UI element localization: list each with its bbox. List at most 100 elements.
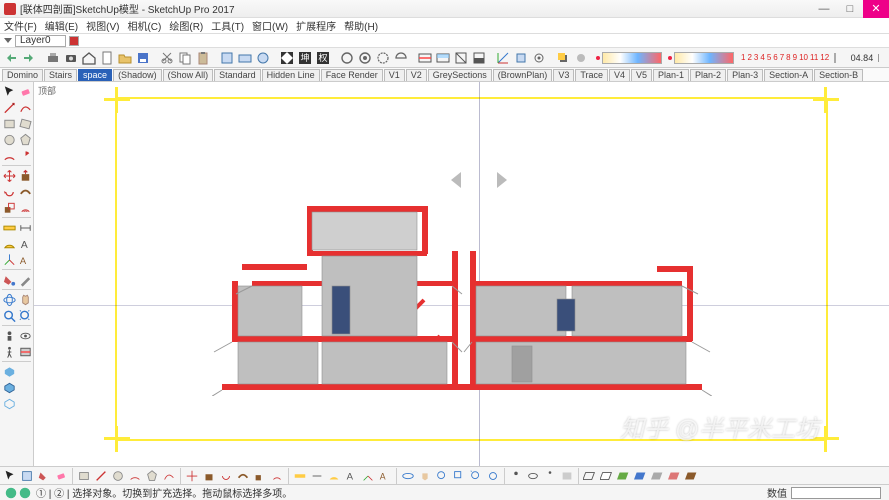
- btb-position[interactable]: [508, 468, 524, 484]
- position-camera-tool[interactable]: [2, 328, 17, 343]
- tab-v5[interactable]: V5: [631, 69, 652, 81]
- style-top-button[interactable]: 坤: [296, 49, 314, 67]
- plugin-1-button[interactable]: [2, 364, 17, 379]
- paint-tool[interactable]: [2, 272, 17, 287]
- line-tool[interactable]: [2, 100, 17, 115]
- btb-style-tex[interactable]: [633, 468, 649, 484]
- undo-button[interactable]: [2, 49, 20, 67]
- btb-axes[interactable]: [360, 468, 376, 484]
- group-button[interactable]: [236, 49, 254, 67]
- btb-pushpull[interactable]: [201, 468, 217, 484]
- fog-button[interactable]: [572, 49, 590, 67]
- open-button[interactable]: [116, 49, 134, 67]
- circle-tool-button[interactable]: [338, 49, 356, 67]
- tab-stairs[interactable]: Stairs: [44, 69, 77, 81]
- btb-3dtext[interactable]: A: [377, 468, 393, 484]
- rotate-tool[interactable]: [2, 184, 17, 199]
- btb-scale[interactable]: [252, 468, 268, 484]
- home-button[interactable]: [80, 49, 98, 67]
- sample-tool[interactable]: [18, 272, 33, 287]
- btb-zoom-window[interactable]: [451, 468, 467, 484]
- zoom-extents-tool[interactable]: [18, 308, 33, 323]
- btb-freehand[interactable]: [161, 468, 177, 484]
- circle-tool[interactable]: [2, 132, 17, 147]
- measurement-input[interactable]: [791, 487, 881, 499]
- tab-plan1[interactable]: Plan-1: [653, 69, 689, 81]
- camera-button[interactable]: [62, 49, 80, 67]
- btb-offset[interactable]: [269, 468, 285, 484]
- menu-tools[interactable]: 工具(T): [211, 18, 244, 33]
- shadow-date-slider[interactable]: [594, 52, 662, 64]
- btb-style-shaded[interactable]: [616, 468, 632, 484]
- style-iso-button[interactable]: [278, 49, 296, 67]
- tab-plan3[interactable]: Plan-3: [727, 69, 763, 81]
- tab-face[interactable]: Face Render: [321, 69, 383, 81]
- viewport[interactable]: 顶部: [34, 82, 889, 466]
- section-cut-button[interactable]: [452, 49, 470, 67]
- btb-eraser[interactable]: [53, 468, 69, 484]
- tab-plan2[interactable]: Plan-2: [690, 69, 726, 81]
- menu-ext[interactable]: 扩展程序: [296, 18, 336, 33]
- btb-zoom-extents[interactable]: [468, 468, 484, 484]
- btb-style-wire[interactable]: [582, 468, 598, 484]
- orbit-tool[interactable]: [2, 292, 17, 307]
- btb-rect[interactable]: [76, 468, 92, 484]
- walk-tool[interactable]: [2, 344, 17, 359]
- btb-move[interactable]: [184, 468, 200, 484]
- shadow-time-slider[interactable]: [666, 52, 734, 64]
- paste-button[interactable]: [194, 49, 212, 67]
- close-button[interactable]: ✕: [863, 0, 889, 18]
- btb-style-hidden[interactable]: [599, 468, 615, 484]
- menu-draw[interactable]: 绘图(R): [169, 18, 203, 33]
- menu-help[interactable]: 帮助(H): [344, 18, 378, 33]
- menu-edit[interactable]: 编辑(E): [45, 18, 78, 33]
- new-button[interactable]: [98, 49, 116, 67]
- menu-window[interactable]: 窗口(W): [252, 18, 288, 33]
- section-display-button[interactable]: [434, 49, 452, 67]
- btb-xray[interactable]: [667, 468, 683, 484]
- tab-v3[interactable]: V3: [553, 69, 574, 81]
- btb-pan[interactable]: [417, 468, 433, 484]
- tab-sectionb[interactable]: Section-B: [814, 69, 863, 81]
- save-button[interactable]: [134, 49, 152, 67]
- btb-rotate[interactable]: [218, 468, 234, 484]
- 3dtext-tool[interactable]: A: [18, 252, 33, 267]
- offset-tool[interactable]: [18, 200, 33, 215]
- axes-tool[interactable]: [2, 252, 17, 267]
- circle-dashed-button[interactable]: [374, 49, 392, 67]
- btb-dim[interactable]: [309, 468, 325, 484]
- model-info-button[interactable]: [512, 49, 530, 67]
- tape-tool[interactable]: [2, 220, 17, 235]
- tab-brownplan[interactable]: (BrownPlan): [493, 69, 553, 81]
- section-tool[interactable]: [18, 344, 33, 359]
- btb-orbit[interactable]: [400, 468, 416, 484]
- tab-trace[interactable]: Trace: [575, 69, 608, 81]
- tab-domino[interactable]: Domino: [2, 69, 43, 81]
- btb-look[interactable]: [525, 468, 541, 484]
- btb-circle[interactable]: [110, 468, 126, 484]
- btb-component[interactable]: [19, 468, 35, 484]
- btb-section[interactable]: [559, 468, 575, 484]
- tab-sectiona[interactable]: Section-A: [764, 69, 813, 81]
- tab-greysect[interactable]: GreySections: [428, 69, 492, 81]
- section-plane-button[interactable]: [416, 49, 434, 67]
- scale-tool[interactable]: [2, 200, 17, 215]
- btb-prev-view[interactable]: [485, 468, 501, 484]
- redo-button[interactable]: [20, 49, 38, 67]
- btb-followme[interactable]: [235, 468, 251, 484]
- print-button[interactable]: [44, 49, 62, 67]
- circle-half-button[interactable]: [392, 49, 410, 67]
- maximize-button[interactable]: □: [837, 0, 863, 18]
- cut-button[interactable]: [158, 49, 176, 67]
- btb-zoom[interactable]: [434, 468, 450, 484]
- btb-text[interactable]: A: [343, 468, 359, 484]
- freehand-tool[interactable]: [18, 100, 33, 115]
- tab-v4[interactable]: V4: [609, 69, 630, 81]
- btb-paint[interactable]: [36, 468, 52, 484]
- menu-camera[interactable]: 相机(C): [127, 18, 161, 33]
- pushpull-tool[interactable]: [18, 168, 33, 183]
- shadow-toggle-button[interactable]: [554, 49, 572, 67]
- rotated-rect-tool[interactable]: [18, 116, 33, 131]
- tab-hidden[interactable]: Hidden Line: [262, 69, 320, 81]
- eraser-tool[interactable]: [18, 84, 33, 99]
